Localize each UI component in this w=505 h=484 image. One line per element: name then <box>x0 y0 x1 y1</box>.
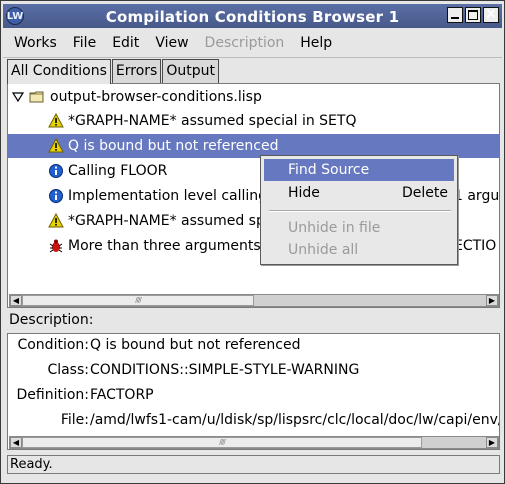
window-title: Compilation Conditions Browser 1 <box>105 8 400 26</box>
tab-strip: All Conditions Errors Output <box>7 59 220 84</box>
tab-errors[interactable]: Errors <box>111 59 162 83</box>
field-key: Condition: <box>17 337 89 353</box>
status-bar: Ready. <box>7 455 500 474</box>
scroll-left-arrow-icon[interactable]: ◀ <box>10 295 22 306</box>
field-value: /amd/lwfs1-cam/u/ldisk/sp/lispsrc/clc/lo… <box>90 412 500 428</box>
condition-text-tail: ECTIO <box>454 238 497 254</box>
condition-text: *GRAPH-NAME* assumed special in SETQ <box>68 113 357 129</box>
menu-separator <box>269 210 451 212</box>
scroll-right-arrow-icon[interactable]: ▶ <box>486 437 498 448</box>
tree-root-row[interactable]: output-browser-conditions.lisp <box>8 85 499 109</box>
menu-file[interactable]: File <box>65 29 104 57</box>
menu-bar: Works File Edit View Description Help <box>3 29 502 58</box>
menu-item-label: Unhide in file <box>288 220 381 236</box>
menu-item-label: Unhide all <box>288 242 359 258</box>
description-horizontal-scrollbar[interactable]: ◀ //// ▶ <box>9 436 499 449</box>
menu-view[interactable]: View <box>147 29 196 57</box>
condition-text: Q is bound but not referenced <box>68 138 279 154</box>
menu-edit[interactable]: Edit <box>104 29 147 57</box>
condition-row[interactable]: *GRAPH-NAME* assumed special in SETQ <box>8 109 499 133</box>
menu-works[interactable]: Works <box>3 29 65 57</box>
folder-icon <box>29 91 44 103</box>
scrollbar-thumb[interactable]: //// <box>22 295 254 306</box>
tree-root-label: output-browser-conditions.lisp <box>50 89 262 105</box>
scrollbar-thumb[interactable]: //// <box>22 437 422 448</box>
tab-output[interactable]: Output <box>162 59 219 83</box>
menu-item-shortcut: Delete <box>402 185 448 201</box>
menu-description[interactable]: Description <box>197 29 293 57</box>
field-condition: Condition: Q is bound but not referenced <box>8 337 499 359</box>
title-bar[interactable]: LW Compilation Conditions Browser 1 × <box>3 4 502 28</box>
warning-icon <box>48 213 64 228</box>
field-file: File: /amd/lwfs1-cam/u/ldisk/sp/lispsrc/… <box>8 412 499 434</box>
window-controls: × <box>447 7 499 23</box>
tab-all-conditions[interactable]: All Conditions <box>7 59 111 84</box>
info-icon <box>49 164 63 178</box>
field-value: CONDITIONS::SIMPLE-STYLE-WARNING <box>90 362 360 378</box>
field-key: File: <box>60 412 89 428</box>
condition-text-tail: 1 argu <box>454 188 500 204</box>
list-horizontal-scrollbar[interactable]: ◀ //// ▶ <box>9 294 499 307</box>
field-value: Q is bound but not referenced <box>90 337 301 353</box>
field-definition: Definition: FACTORP <box>8 387 499 409</box>
info-icon <box>49 189 63 203</box>
menu-item-unhide-all[interactable]: Unhide all <box>264 239 454 261</box>
menu-item-label: Hide <box>288 185 320 201</box>
expand-triangle-icon[interactable] <box>12 91 24 103</box>
warning-icon <box>48 113 64 128</box>
minimize-button[interactable] <box>447 7 463 23</box>
maximize-button[interactable] <box>465 7 481 23</box>
scroll-right-arrow-icon[interactable]: ▶ <box>486 295 498 306</box>
context-menu: Find Source Hide Delete Unhide in file U… <box>260 155 458 265</box>
condition-text: More than three arguments in <box>68 238 278 254</box>
description-panel[interactable]: Condition: Q is bound but not referenced… <box>7 333 500 450</box>
menu-help[interactable]: Help <box>292 29 340 57</box>
browser-window: LW Compilation Conditions Browser 1 × Wo… <box>0 0 505 484</box>
condition-text: Calling FLOOR <box>68 163 168 179</box>
close-button[interactable]: × <box>483 7 499 23</box>
error-bug-icon <box>49 239 63 253</box>
field-class: Class: CONDITIONS::SIMPLE-STYLE-WARNING <box>8 362 499 384</box>
field-key: Definition: <box>16 387 89 403</box>
description-label: Description: <box>9 312 94 328</box>
field-key: Class: <box>47 362 89 378</box>
menu-item-find-source[interactable]: Find Source <box>264 159 454 181</box>
scroll-left-arrow-icon[interactable]: ◀ <box>10 437 22 448</box>
condition-text: Implementation level calling <box>68 188 268 204</box>
menu-item-unhide-in-file[interactable]: Unhide in file <box>264 217 454 239</box>
menu-item-label: Find Source <box>288 162 370 178</box>
menu-item-hide[interactable]: Hide Delete <box>264 182 454 204</box>
condition-text: *GRAPH-NAME* assumed spe <box>68 213 274 229</box>
warning-icon <box>48 138 64 153</box>
field-value: FACTORP <box>90 387 154 403</box>
